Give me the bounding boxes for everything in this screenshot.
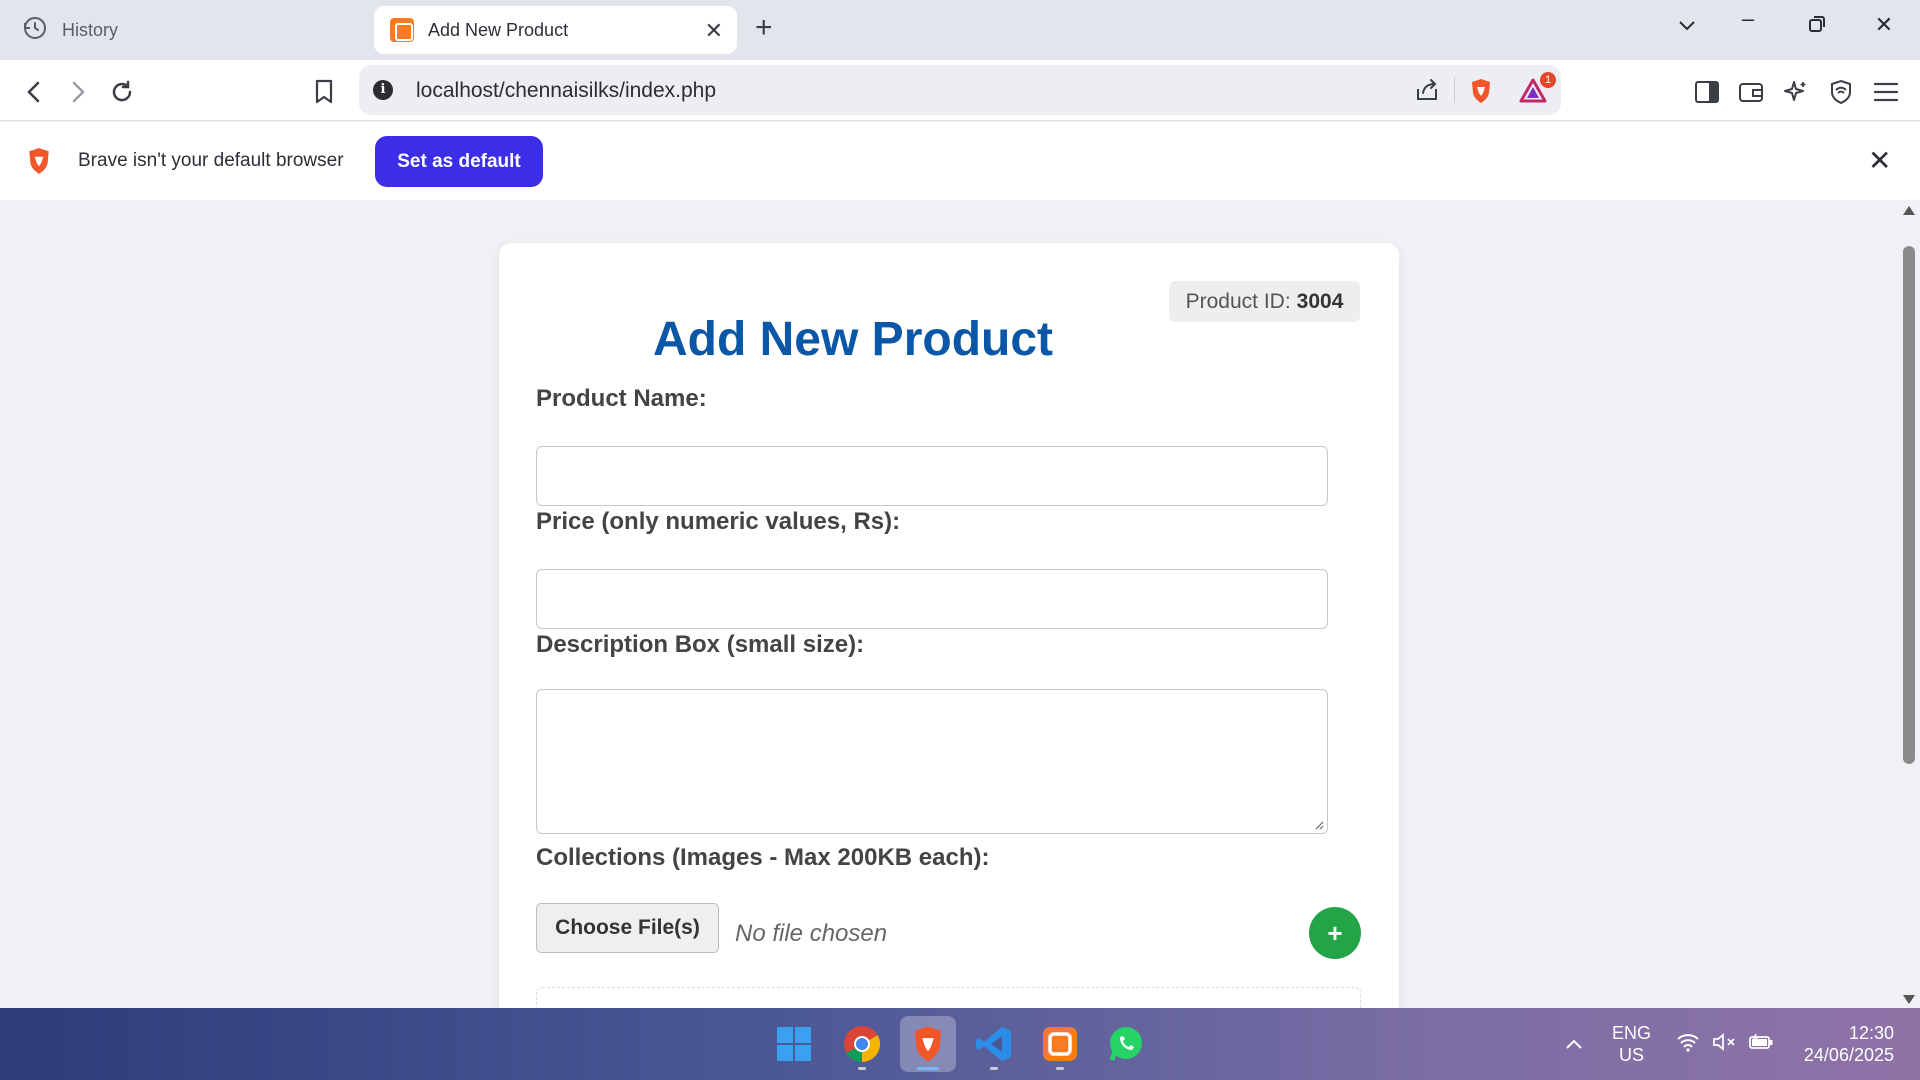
tab-label: History: [62, 19, 119, 40]
product-id-label: Product ID:: [1185, 289, 1291, 313]
clock-date: 24/06/2025: [1803, 1045, 1894, 1065]
rewards-badge: 1: [1540, 72, 1556, 88]
vpn-icon[interactable]: [1823, 74, 1859, 110]
running-indicator: [858, 1067, 866, 1070]
product-id-value: 3004: [1296, 289, 1344, 313]
battery-icon[interactable]: [1748, 1032, 1774, 1057]
clock[interactable]: 12:30 24/06/2025: [1790, 1022, 1894, 1066]
brave-shield-icon[interactable]: [1469, 78, 1493, 104]
close-icon[interactable]: ✕: [705, 18, 723, 44]
running-indicator: [917, 1067, 939, 1070]
xampp-icon[interactable]: [1032, 1016, 1088, 1072]
chevron-up-icon[interactable]: [1565, 1034, 1583, 1055]
close-icon[interactable]: ✕: [1868, 144, 1891, 177]
url-text[interactable]: localhost/chennaisilks/index.php: [416, 79, 716, 103]
sidebar-icon[interactable]: [1689, 74, 1725, 110]
menu-icon[interactable]: [1868, 74, 1904, 110]
history-icon: [22, 15, 48, 46]
tab-label: Add New Product: [428, 19, 569, 40]
no-file-chosen-text: No file chosen: [735, 920, 888, 947]
divider: [1454, 77, 1455, 103]
description-label: Description Box (small size):: [536, 631, 865, 658]
windows-taskbar: ENG US 12:30 24/06/2025: [0, 1008, 1920, 1080]
clock-time: 12:30: [1848, 1023, 1894, 1043]
product-name-label: Product Name:: [536, 385, 707, 412]
bookmark-icon[interactable]: [306, 74, 342, 110]
scroll-down-arrow-icon[interactable]: [1903, 995, 1915, 1004]
tab-history[interactable]: History: [0, 6, 370, 54]
image-preview-area: [536, 987, 1361, 1008]
reload-icon[interactable]: [104, 74, 140, 110]
share-icon[interactable]: [1409, 72, 1445, 108]
windows-start-icon[interactable]: [766, 1016, 822, 1072]
region-code: US: [1619, 1045, 1645, 1065]
brave-logo-icon: [26, 147, 52, 180]
xampp-favicon: [390, 18, 414, 42]
vertical-scrollbar[interactable]: [1898, 200, 1920, 1008]
default-browser-infobar: Brave isn't your default browser Set as …: [0, 122, 1920, 200]
wallet-icon[interactable]: [1733, 74, 1769, 110]
scroll-up-arrow-icon[interactable]: [1903, 206, 1915, 215]
forward-icon[interactable]: [60, 74, 96, 110]
tab-add-new-product[interactable]: Add New Product ✕: [374, 6, 737, 54]
language-code: ENG: [1612, 1023, 1652, 1043]
scrollbar-thumb[interactable]: [1903, 246, 1915, 764]
price-input[interactable]: [536, 569, 1328, 629]
product-id-badge: Product ID: 3004: [1169, 281, 1360, 322]
product-name-input[interactable]: [536, 446, 1328, 506]
info-icon[interactable]: i: [373, 80, 393, 100]
resize-grip-icon[interactable]: [1314, 820, 1324, 830]
whatsapp-icon[interactable]: [1098, 1016, 1154, 1072]
minimize-icon[interactable]: –: [1728, 6, 1768, 32]
close-window-icon[interactable]: ✕: [1864, 12, 1904, 38]
browser-toolbar: i localhost/chennaisilks/index.php 1: [0, 60, 1920, 121]
running-indicator: [990, 1067, 998, 1070]
restore-icon[interactable]: [1797, 12, 1837, 38]
wifi-icon[interactable]: [1676, 1032, 1700, 1057]
infobar-message: Brave isn't your default browser: [78, 150, 344, 171]
page-viewport: Product ID: 3004 Add New Product Product…: [0, 200, 1898, 1008]
input-language[interactable]: ENG US: [1612, 1022, 1651, 1066]
chrome-icon[interactable]: [834, 1016, 890, 1072]
address-bar[interactable]: i localhost/chennaisilks/index.php: [359, 65, 1561, 115]
brave-icon[interactable]: [900, 1016, 956, 1072]
choose-files-button[interactable]: Choose File(s): [536, 903, 719, 953]
vscode-icon[interactable]: [966, 1016, 1022, 1072]
add-collection-button[interactable]: +: [1309, 907, 1361, 959]
back-icon[interactable]: [16, 74, 52, 110]
set-as-default-button[interactable]: Set as default: [375, 136, 543, 187]
chevron-down-icon[interactable]: [1667, 12, 1707, 38]
tab-strip: History Add New Product ✕ + – ✕: [0, 0, 1920, 60]
leo-ai-icon[interactable]: [1778, 74, 1814, 110]
collections-label: Collections (Images - Max 200KB each):: [536, 844, 990, 871]
product-form-card: Product ID: 3004 Add New Product Product…: [499, 243, 1399, 1008]
running-indicator: [1056, 1067, 1064, 1070]
plus-icon[interactable]: +: [755, 13, 773, 43]
page-title: Add New Product: [653, 313, 1054, 366]
speaker-muted-icon[interactable]: [1712, 1032, 1738, 1057]
price-label: Price (only numeric values, Rs):: [536, 508, 901, 535]
description-textarea[interactable]: [536, 689, 1328, 834]
